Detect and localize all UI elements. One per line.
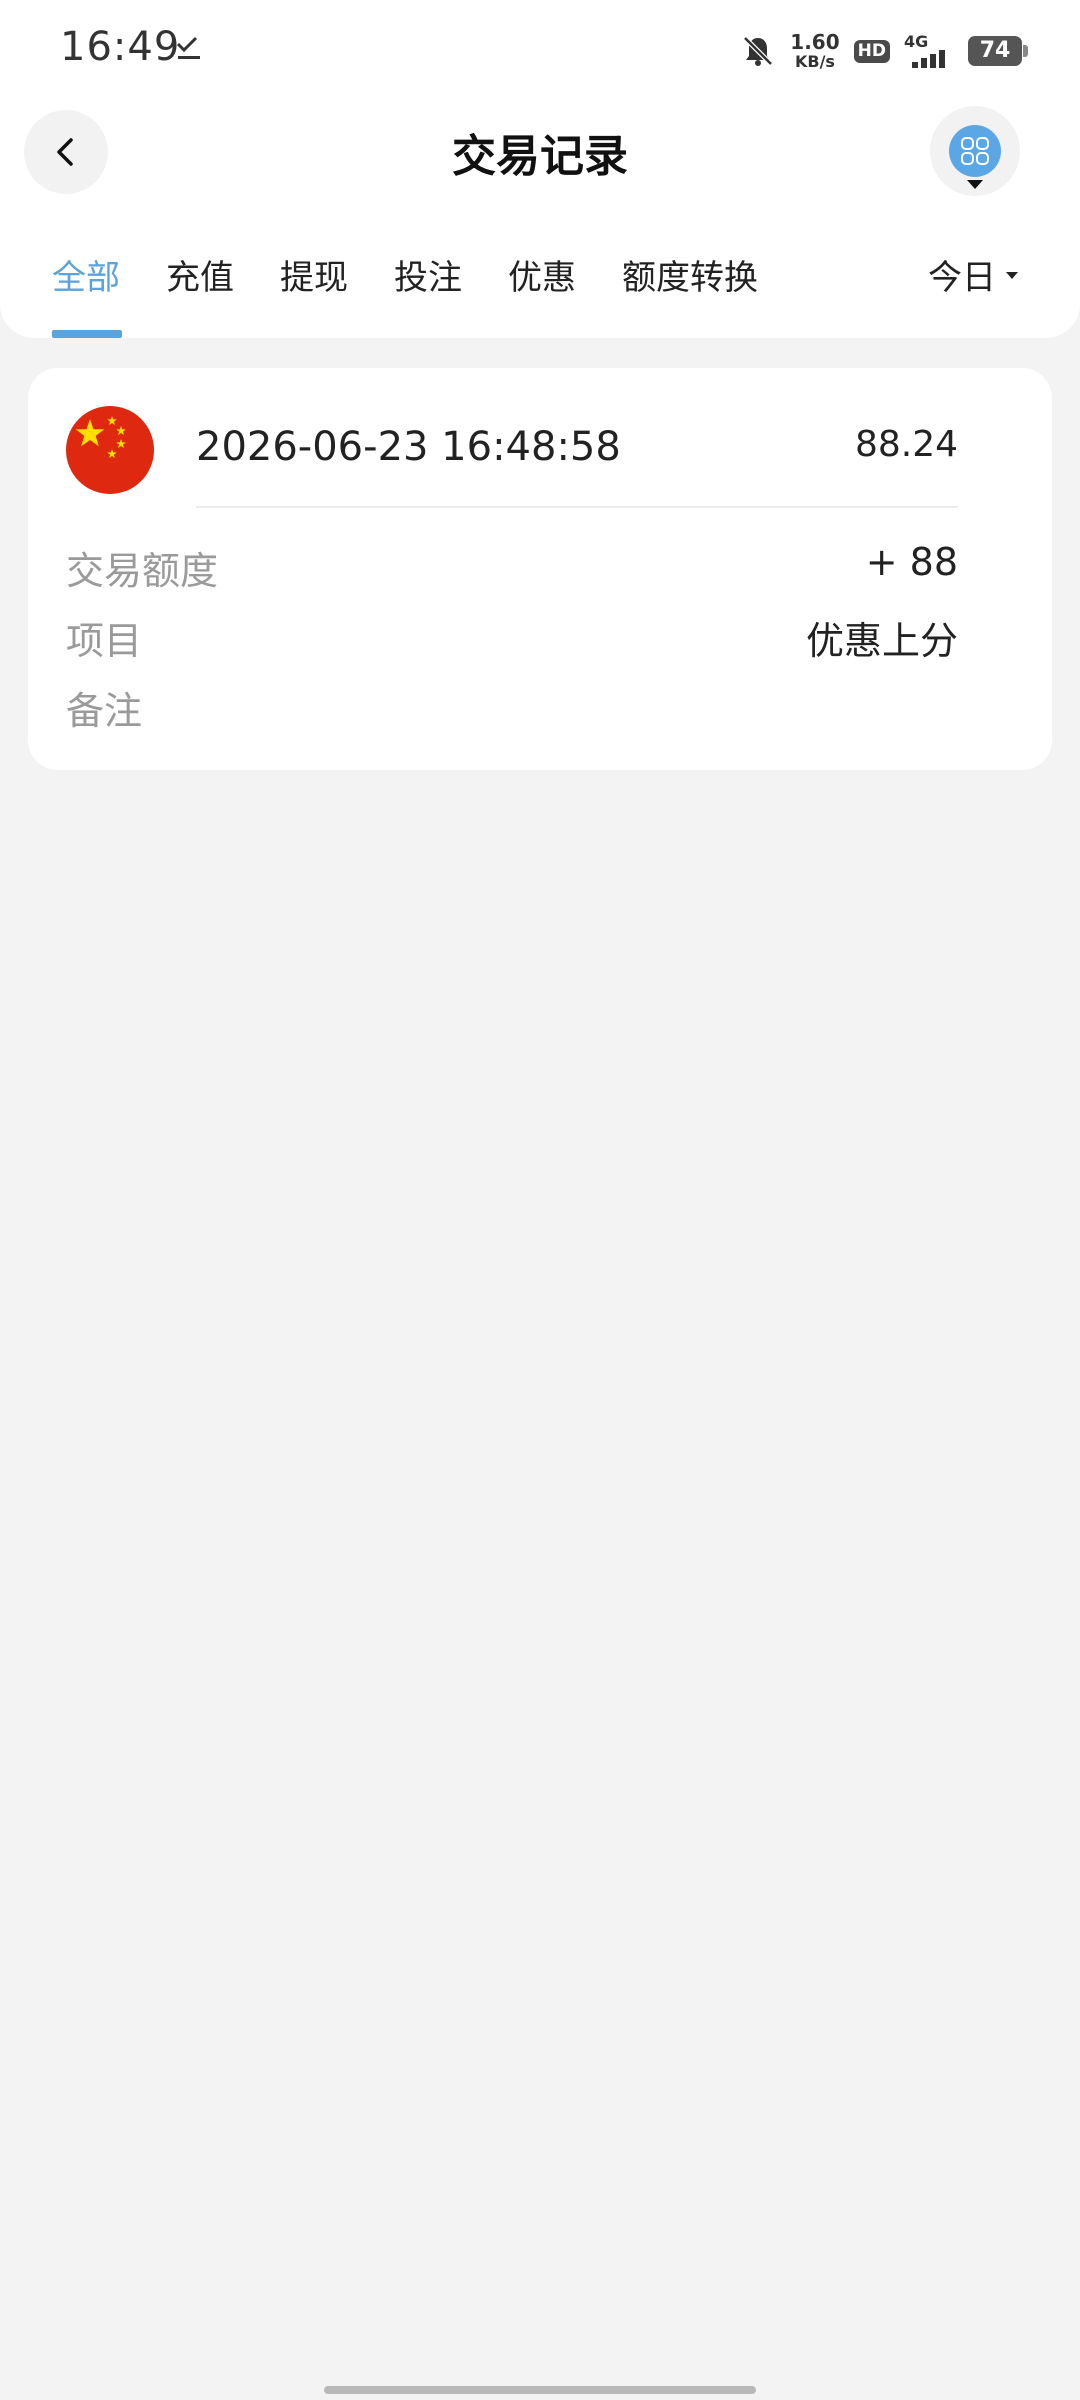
status-time: 16:49 bbox=[60, 24, 181, 70]
transaction-balance: 88.24 bbox=[854, 424, 958, 465]
header-card: 16:49 1.60 KB/s HD 4G 74 交易记录 全部 充值 提现 投… bbox=[0, 0, 1080, 338]
hd-badge: HD bbox=[853, 39, 890, 63]
network-speed-unit: KB/s bbox=[794, 52, 835, 71]
tab-withdraw[interactable]: 提现 bbox=[280, 250, 348, 299]
home-indicator[interactable] bbox=[324, 2386, 756, 2394]
date-filter-label: 今日 bbox=[928, 258, 996, 298]
tab-transfer[interactable]: 额度转换 bbox=[622, 250, 758, 299]
item-value: 优惠上分 bbox=[805, 619, 958, 663]
date-filter-dropdown[interactable]: 今日 bbox=[928, 250, 1018, 299]
network-type-label: 4G bbox=[904, 32, 929, 51]
battery-icon: 74 bbox=[968, 36, 1028, 66]
status-icons: 1.60 KB/s HD 4G 74 bbox=[740, 26, 1028, 76]
network-speed-value: 1.60 bbox=[790, 30, 840, 54]
amount-value: + 88 bbox=[865, 540, 958, 584]
tab-deposit[interactable]: 充值 bbox=[166, 250, 234, 299]
tab-promotions[interactable]: 优惠 bbox=[508, 250, 576, 299]
menu-caret-icon bbox=[967, 180, 983, 189]
divider bbox=[196, 506, 958, 508]
transaction-time: 2026-06-23 16:48:58 bbox=[196, 424, 621, 470]
bell-off-icon bbox=[743, 36, 774, 66]
tab-bar: 全部 充值 提现 投注 优惠 额度转换 bbox=[0, 250, 1080, 310]
page-title: 交易记录 bbox=[452, 131, 628, 182]
tab-bets[interactable]: 投注 bbox=[394, 250, 462, 299]
note-label: 备注 bbox=[66, 689, 143, 733]
china-flag-icon bbox=[66, 406, 154, 494]
network-speed: 1.60 KB/s bbox=[790, 32, 839, 70]
caret-down-icon bbox=[1006, 272, 1018, 279]
download-check-icon bbox=[176, 36, 200, 59]
active-tab-indicator bbox=[52, 330, 122, 338]
item-label: 项目 bbox=[66, 619, 143, 663]
tab-all[interactable]: 全部 bbox=[52, 250, 120, 299]
signal-icon: 4G bbox=[904, 32, 954, 68]
grid-menu-icon bbox=[949, 125, 1001, 177]
amount-label: 交易额度 bbox=[66, 549, 219, 593]
status-bar: 16:49 1.60 KB/s HD 4G 74 bbox=[0, 0, 1080, 100]
transaction-card[interactable]: 2026-06-23 16:48:58 88.24 交易额度 + 88 项目 优… bbox=[28, 368, 1052, 770]
